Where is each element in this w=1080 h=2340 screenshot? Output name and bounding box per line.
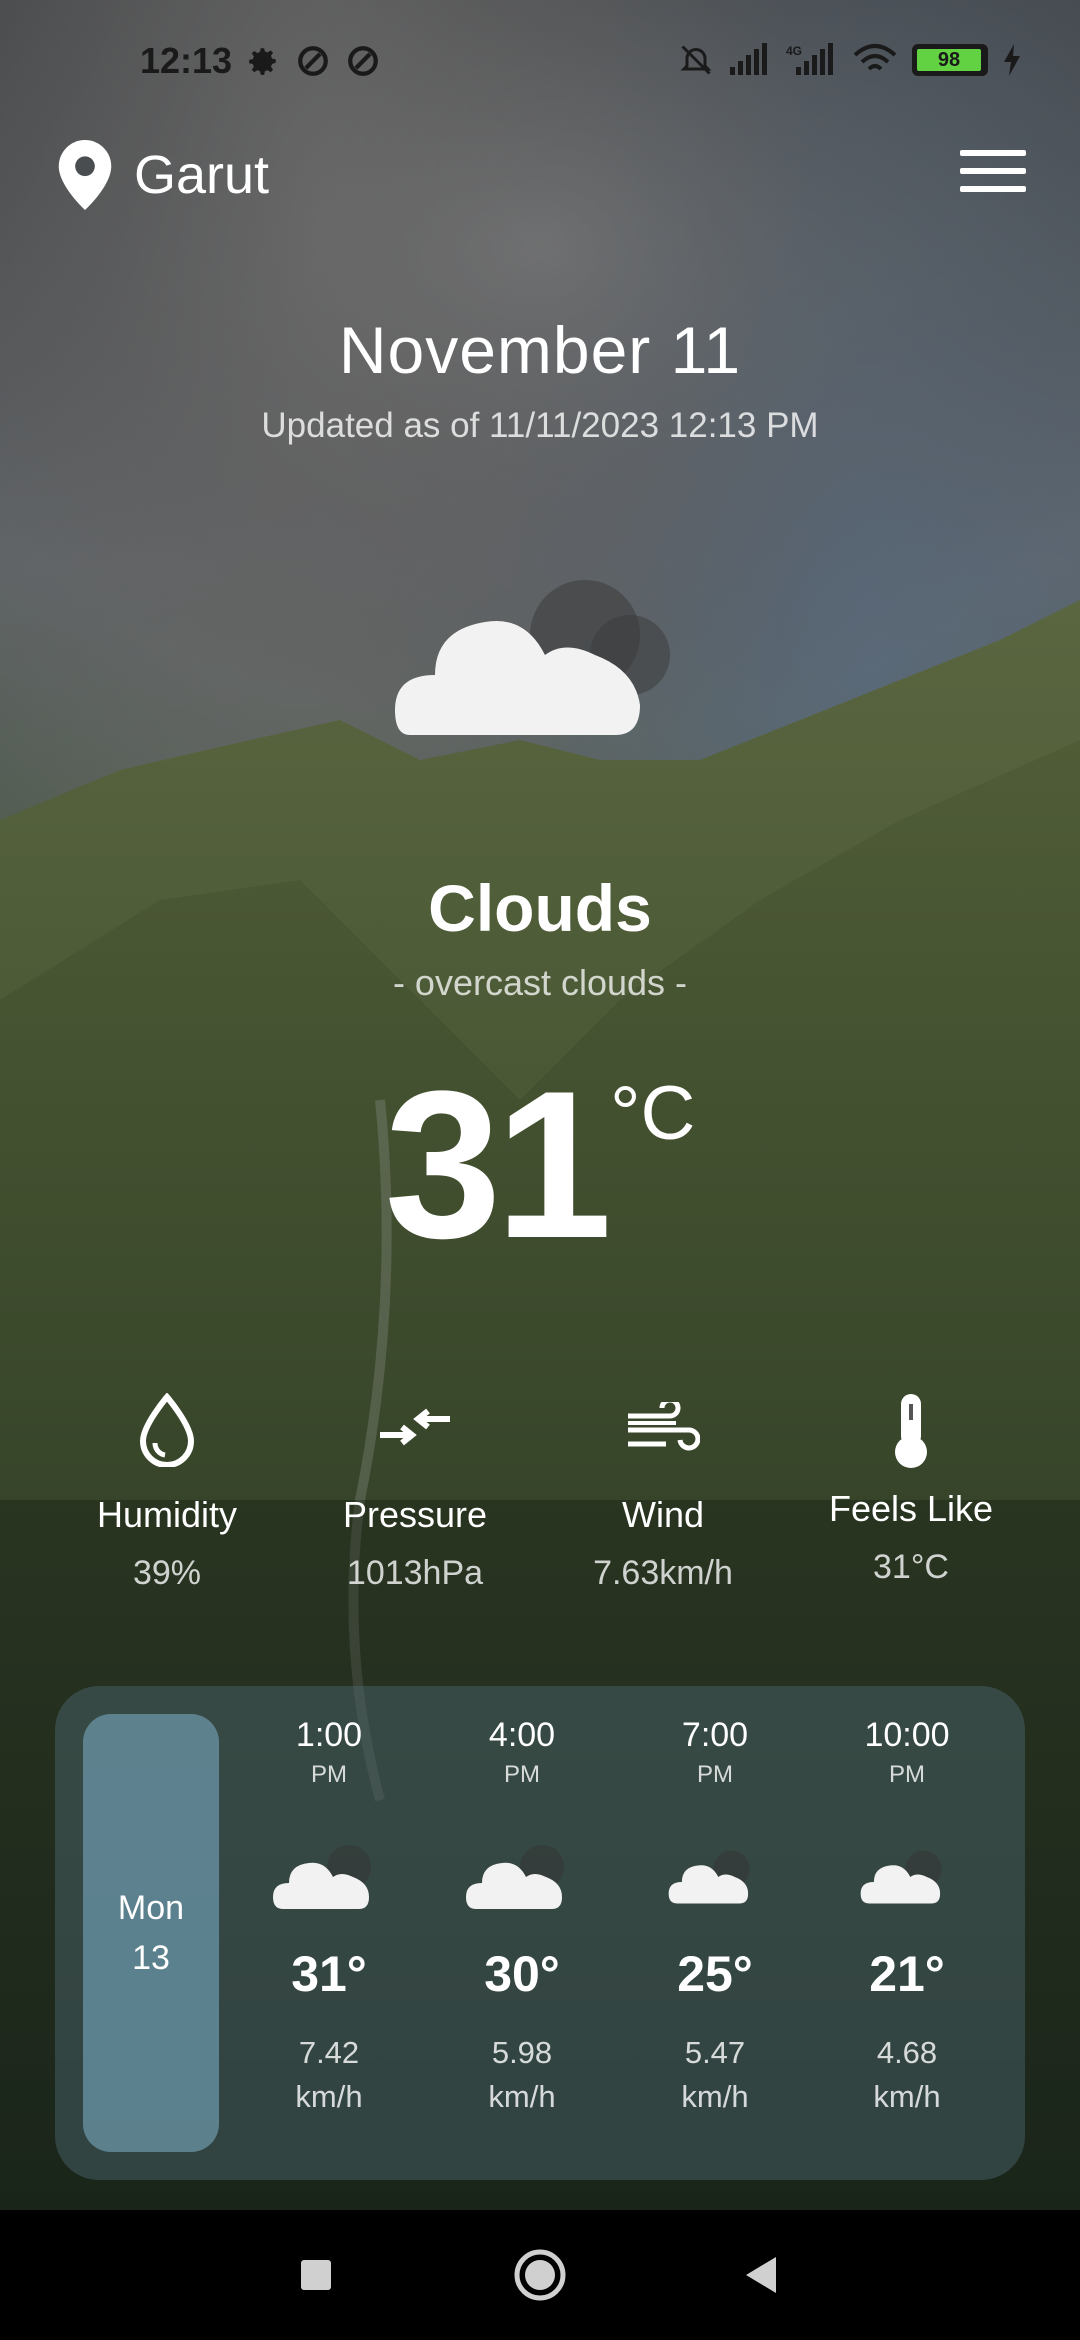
current-temperature: 31°C bbox=[0, 1060, 1080, 1270]
sync-icon-2 bbox=[346, 44, 380, 78]
stat-pressure: Pressure 1013hPa bbox=[290, 1390, 540, 1593]
stat-label: Feels Like bbox=[828, 1488, 994, 1529]
slot-time: 4:00 bbox=[488, 1716, 556, 1754]
slot-time: 7:00 bbox=[681, 1716, 749, 1754]
slot-temperature: 31° bbox=[291, 1946, 367, 2002]
slot-time: 1:00 bbox=[295, 1716, 363, 1754]
cloud-icon bbox=[395, 580, 670, 735]
thermometer-icon bbox=[895, 1394, 927, 1468]
slot-wind-speed: 4.68 km/h bbox=[873, 2035, 941, 2114]
stat-label: Pressure bbox=[342, 1494, 488, 1535]
pressure-arrows-icon bbox=[380, 1408, 450, 1446]
settings-gear-icon bbox=[246, 44, 280, 78]
forecast-slot: 7:00 PM 25° 5.47 km/h bbox=[635, 1716, 795, 2119]
recents-button[interactable] bbox=[256, 2210, 376, 2340]
slot-time: 10:00 bbox=[864, 1716, 950, 1754]
updated-timestamp: Updated as of 11/11/2023 12:13 PM bbox=[261, 406, 819, 445]
stat-value: 31°C bbox=[873, 1548, 949, 1586]
cloud-icon bbox=[668, 1850, 750, 1904]
status-right-icons: 4G 98 bbox=[678, 42, 1022, 78]
stat-humidity: Humidity 39% bbox=[42, 1390, 292, 1593]
slot-ampm: PM bbox=[697, 1761, 733, 1788]
slot-temperature: 25° bbox=[677, 1946, 753, 2002]
slot-temperature: 30° bbox=[484, 1946, 560, 2002]
battery-level: 98 bbox=[917, 49, 981, 71]
status-bar: 12:13 4G 98 bbox=[0, 0, 1080, 120]
slot-ampm: PM bbox=[504, 1761, 540, 1788]
wifi-icon bbox=[853, 44, 897, 71]
map-pin-icon bbox=[58, 140, 112, 210]
svg-text:4G: 4G bbox=[786, 44, 802, 58]
system-nav-bar bbox=[0, 2210, 1080, 2340]
day-name: Mon bbox=[117, 1889, 185, 1927]
cloud-icon bbox=[860, 1850, 942, 1904]
signal-4g-icon: 4G bbox=[786, 43, 833, 75]
hamburger-menu-icon[interactable] bbox=[960, 150, 1026, 200]
droplet-icon bbox=[139, 1393, 195, 1467]
slot-wind-speed: 5.98 km/h bbox=[488, 2035, 556, 2114]
status-left-icons bbox=[246, 44, 380, 78]
stat-label: Wind bbox=[621, 1494, 705, 1535]
forecast-slot: 10:00 PM 21° 4.68 km/h bbox=[827, 1716, 987, 2119]
circle-icon bbox=[514, 2249, 566, 2301]
day-number: 13 bbox=[132, 1939, 170, 1977]
slot-wind-speed: 7.42 km/h bbox=[295, 2035, 363, 2114]
stat-wind: Wind 7.63km/h bbox=[538, 1390, 788, 1593]
square-icon bbox=[301, 2260, 331, 2290]
stat-feels-like: Feels Like 31°C bbox=[786, 1390, 1036, 1587]
stat-value: 7.63km/h bbox=[593, 1554, 733, 1592]
cloud-icon bbox=[466, 1845, 564, 1909]
signal-icon bbox=[730, 43, 767, 75]
forecast-slot: 1:00 PM 31° 7.42 km/h bbox=[249, 1716, 409, 2119]
weather-condition: Clouds bbox=[428, 871, 652, 945]
hourly-forecast-card: Mon 13 1:00 PM 31° 7.42 km/h 4:00 PM 30° … bbox=[55, 1686, 1025, 2180]
weather-screen: 12:13 4G 98 Garut November 11 Updated as… bbox=[0, 0, 1080, 2340]
location-header[interactable]: Garut bbox=[58, 140, 269, 210]
home-button[interactable] bbox=[480, 2210, 600, 2340]
weather-description: - overcast clouds - bbox=[392, 962, 688, 1003]
weather-stats: Humidity 39% Pressure 1013hPa Wind 7.63k… bbox=[0, 1390, 1080, 1610]
wind-icon bbox=[628, 1402, 700, 1451]
battery-icon: 98 bbox=[912, 44, 988, 76]
slot-ampm: PM bbox=[889, 1761, 925, 1788]
bell-muted-icon bbox=[680, 45, 712, 75]
stat-label: Humidity bbox=[96, 1494, 238, 1535]
forecast-slot: 4:00 PM 30° 5.98 km/h bbox=[442, 1716, 602, 2119]
temperature-value: 31 bbox=[384, 1047, 613, 1282]
slot-wind-speed: 5.47 km/h bbox=[681, 2035, 749, 2114]
day-selector[interactable]: Mon 13 bbox=[83, 1714, 219, 2152]
current-date: November 11 bbox=[338, 313, 742, 387]
temperature-unit: °C bbox=[610, 1071, 696, 1156]
slot-ampm: PM bbox=[311, 1761, 347, 1788]
location-name: Garut bbox=[134, 145, 270, 205]
slot-temperature: 21° bbox=[869, 1946, 945, 2002]
back-triangle-icon bbox=[746, 2257, 776, 2293]
stat-value: 1013hPa bbox=[346, 1554, 484, 1592]
charging-bolt-icon bbox=[1004, 44, 1020, 76]
cloud-icon bbox=[273, 1845, 371, 1909]
status-time: 12:13 bbox=[140, 40, 233, 81]
stat-value: 39% bbox=[132, 1554, 202, 1592]
sync-icon bbox=[296, 44, 330, 78]
back-button[interactable] bbox=[700, 2210, 820, 2340]
